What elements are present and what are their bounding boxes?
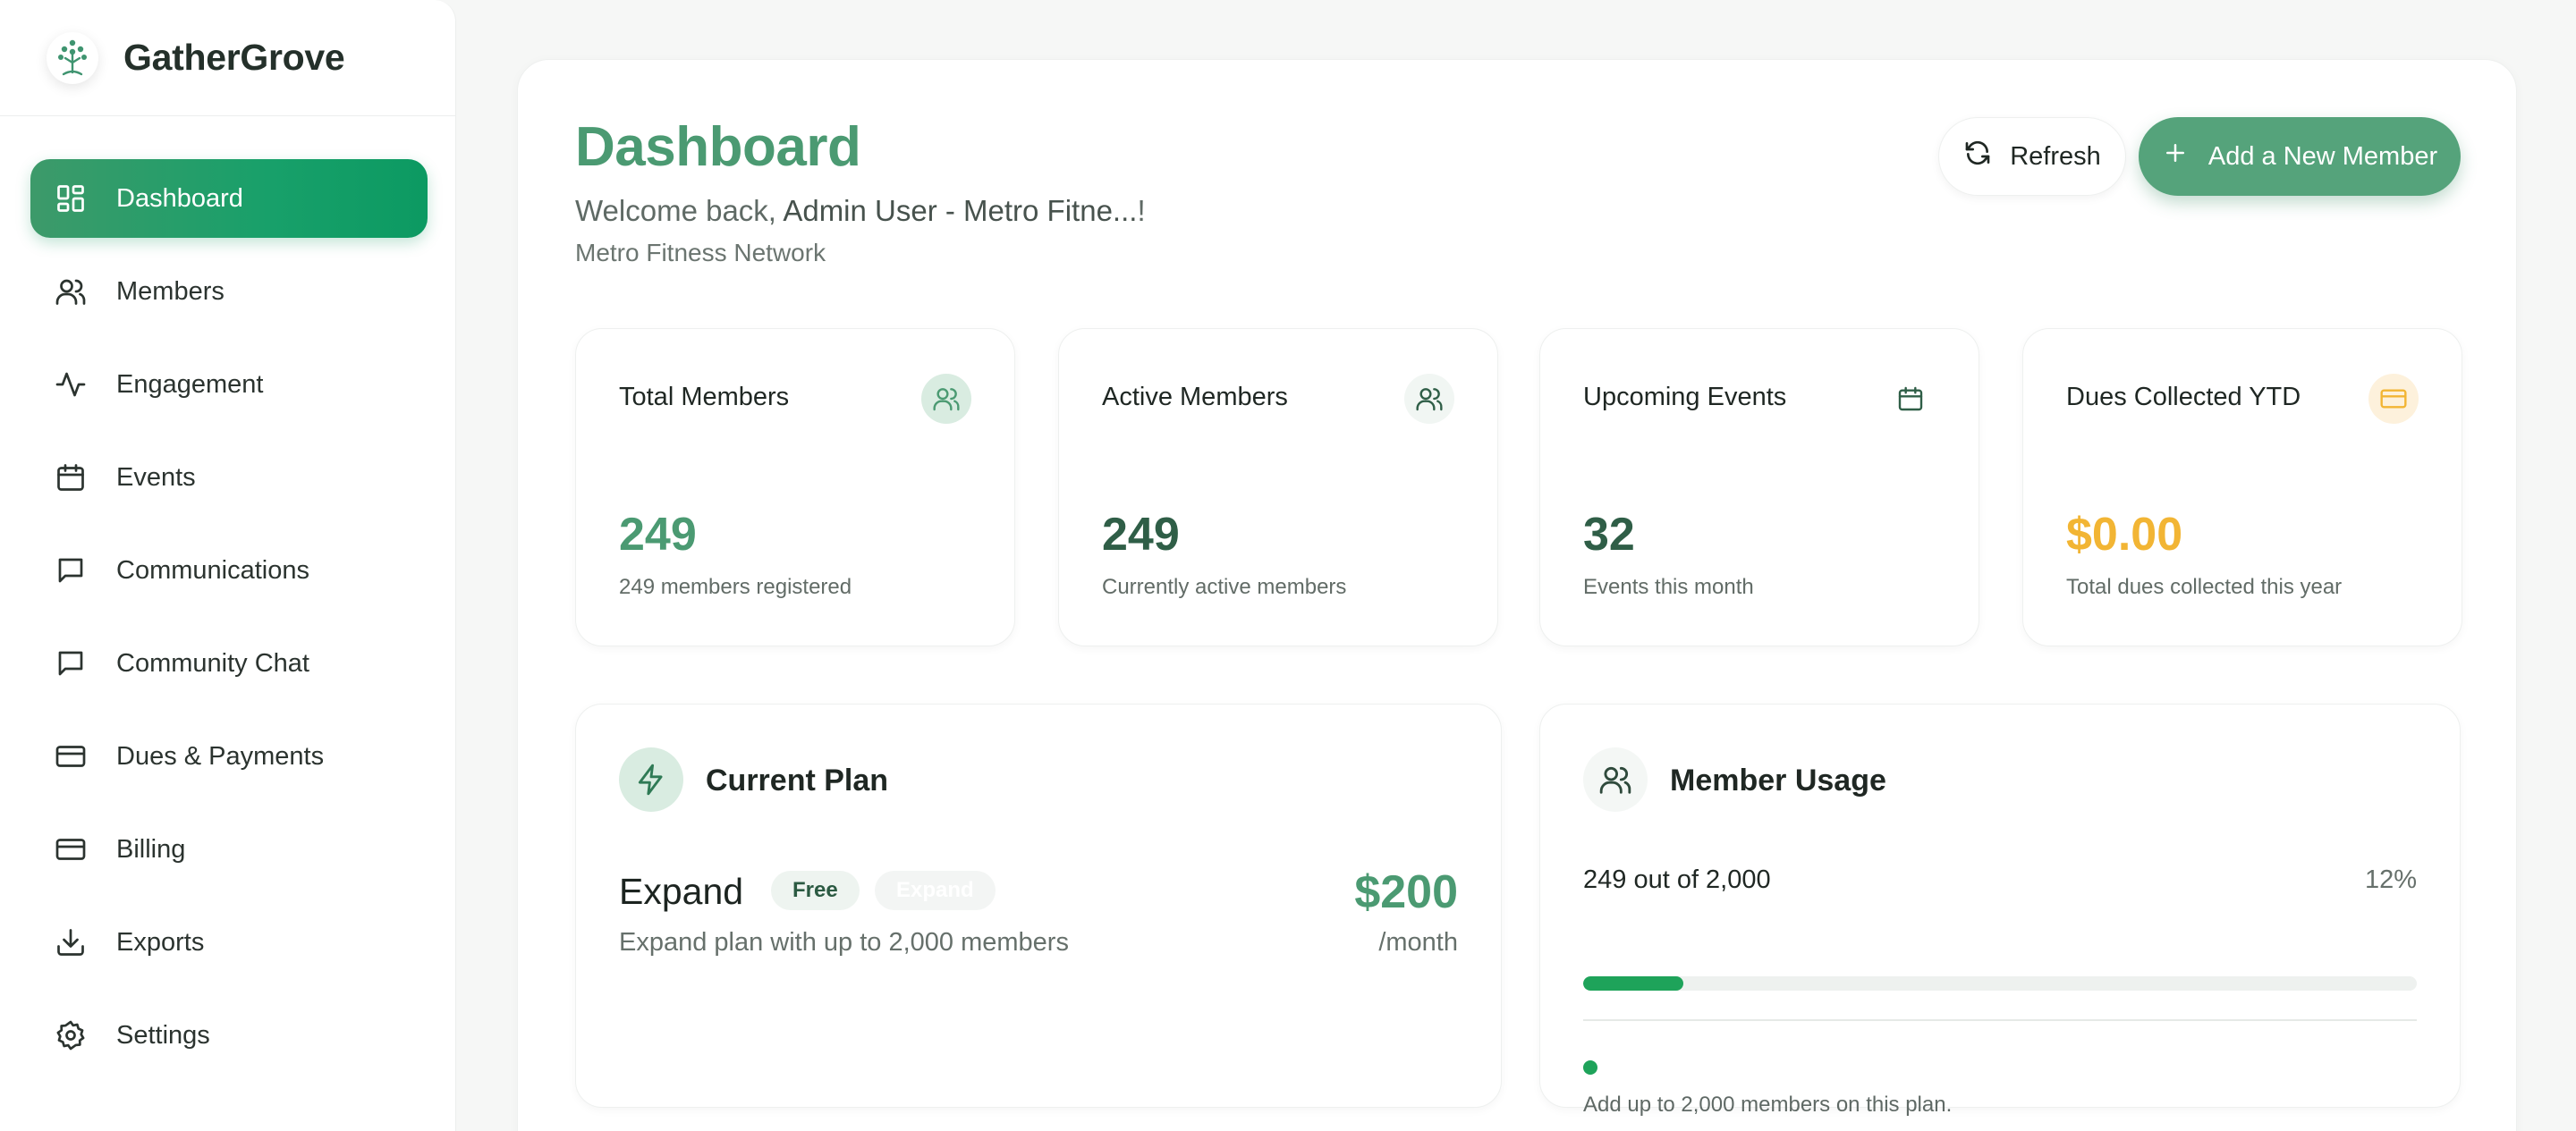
sidebar-item-label: Settings bbox=[116, 1020, 210, 1050]
divider bbox=[1583, 1019, 2417, 1021]
stat-description: 249 members registered bbox=[619, 575, 852, 599]
download-icon bbox=[52, 924, 89, 961]
stat-title: Dues Collected YTD bbox=[2066, 383, 2301, 411]
sidebar-nav: Dashboard Members Engagement Events Comm… bbox=[0, 116, 455, 1075]
stat-value: 249 bbox=[619, 509, 697, 561]
stat-title: Active Members bbox=[1102, 383, 1288, 411]
stat-card-upcoming-events: Upcoming Events 32 Events this month bbox=[1539, 328, 1979, 646]
member-usage-card: Member Usage 249 out of 2,000 12% Add up… bbox=[1539, 704, 2461, 1117]
dashboard-icon bbox=[52, 180, 89, 217]
activity-icon bbox=[52, 366, 89, 403]
brand: GatherGrove bbox=[0, 0, 455, 116]
sidebar-item-settings[interactable]: Settings bbox=[30, 996, 428, 1075]
stat-card-total-members: Total Members 249 249 members registered bbox=[575, 328, 1015, 646]
sidebar-item-engagement[interactable]: Engagement bbox=[30, 345, 428, 424]
usage-progress-fill bbox=[1583, 976, 1683, 991]
member-usage-title: Member Usage bbox=[1670, 764, 1886, 798]
sidebar-item-communications[interactable]: Communications bbox=[30, 531, 428, 610]
users-icon bbox=[921, 374, 971, 424]
refresh-label: Refresh bbox=[2010, 141, 2101, 171]
sidebar-item-label: Billing bbox=[116, 834, 186, 864]
page-title: Dashboard bbox=[575, 116, 861, 178]
status-dot bbox=[1583, 1060, 1597, 1075]
stat-description: Events this month bbox=[1583, 575, 1754, 599]
sidebar-item-exports[interactable]: Exports bbox=[30, 903, 428, 982]
sidebar-item-label: Members bbox=[116, 276, 225, 306]
stat-card-dues-collected: Dues Collected YTD $0.00 Total dues coll… bbox=[2022, 328, 2462, 646]
usage-progress-bar bbox=[1583, 976, 2417, 991]
lightning-icon bbox=[619, 747, 683, 812]
add-member-button[interactable]: Add a New Member bbox=[2139, 117, 2461, 196]
plan-name: Expand bbox=[619, 871, 744, 912]
sidebar-item-events[interactable]: Events bbox=[30, 438, 428, 517]
current-plan-title: Current Plan bbox=[706, 764, 889, 798]
sidebar-item-members[interactable]: Members bbox=[30, 252, 428, 331]
welcome-prefix: Welcome back, bbox=[575, 194, 784, 227]
refresh-icon bbox=[1963, 139, 1992, 174]
users-icon bbox=[1404, 374, 1454, 424]
usage-percent: 12% bbox=[2364, 865, 2417, 894]
welcome-message: Welcome back, Admin User - Metro Fitne..… bbox=[575, 194, 1146, 228]
plan-badge-expand: Expand bbox=[875, 871, 996, 910]
add-member-label: Add a New Member bbox=[2207, 141, 2438, 171]
brand-name: GatherGrove bbox=[123, 37, 345, 78]
sidebar: GatherGrove Dashboard Members Engagement… bbox=[0, 0, 456, 1131]
refresh-button[interactable]: Refresh bbox=[1938, 117, 2126, 196]
stat-value: $0.00 bbox=[2066, 509, 2183, 561]
sidebar-item-dashboard[interactable]: Dashboard bbox=[30, 159, 428, 238]
sidebar-item-label: Engagement bbox=[116, 369, 264, 399]
credit-card-icon bbox=[52, 738, 89, 775]
users-icon bbox=[52, 273, 89, 310]
sidebar-item-label: Community Chat bbox=[116, 648, 309, 678]
welcome-suffix: ! bbox=[1137, 194, 1146, 227]
organization-name: Metro Fitness Network bbox=[575, 239, 826, 266]
plus-icon bbox=[2162, 139, 2189, 173]
stat-description: Currently active members bbox=[1102, 575, 1347, 599]
calendar-icon bbox=[52, 459, 89, 496]
usage-note: Add up to 2,000 members on this plan. bbox=[1583, 1093, 1953, 1117]
gear-icon bbox=[52, 1017, 89, 1054]
plan-description: Expand plan with up to 2,000 members bbox=[619, 928, 1069, 957]
credit-card-icon bbox=[52, 831, 89, 868]
welcome-user: Admin User - Metro Fitne... bbox=[783, 194, 1138, 227]
sidebar-item-label: Dashboard bbox=[116, 183, 243, 213]
sidebar-item-billing[interactable]: Billing bbox=[30, 810, 428, 889]
calendar-icon bbox=[1885, 374, 1936, 424]
sidebar-item-community-chat[interactable]: Community Chat bbox=[30, 624, 428, 703]
stat-title: Upcoming Events bbox=[1583, 383, 1787, 411]
current-plan-card: Current Plan Expand Free Expand Expand p… bbox=[575, 704, 1502, 1108]
stat-description: Total dues collected this year bbox=[2066, 575, 2343, 599]
stat-title: Total Members bbox=[619, 383, 790, 411]
sidebar-item-label: Exports bbox=[116, 927, 205, 957]
main-panel: Dashboard Welcome back, Admin User - Met… bbox=[517, 59, 2517, 1131]
sidebar-item-dues-payments[interactable]: Dues & Payments bbox=[30, 717, 428, 796]
stat-value: 249 bbox=[1102, 509, 1180, 561]
sidebar-item-label: Dues & Payments bbox=[116, 741, 325, 771]
sidebar-item-label: Events bbox=[116, 462, 196, 492]
plan-badge-free: Free bbox=[771, 871, 860, 910]
plan-period: /month bbox=[1378, 928, 1458, 957]
message-icon bbox=[52, 645, 89, 682]
sidebar-item-label: Communications bbox=[116, 555, 309, 585]
credit-card-icon bbox=[2368, 374, 2419, 424]
plan-price: $200 bbox=[1354, 866, 1458, 918]
stat-card-active-members: Active Members 249 Currently active memb… bbox=[1058, 328, 1498, 646]
tree-logo-icon[interactable] bbox=[47, 31, 98, 84]
users-icon bbox=[1583, 747, 1648, 812]
stat-value: 32 bbox=[1583, 509, 1635, 561]
usage-count: 249 out of 2,000 bbox=[1583, 865, 1771, 894]
message-icon bbox=[52, 552, 89, 589]
